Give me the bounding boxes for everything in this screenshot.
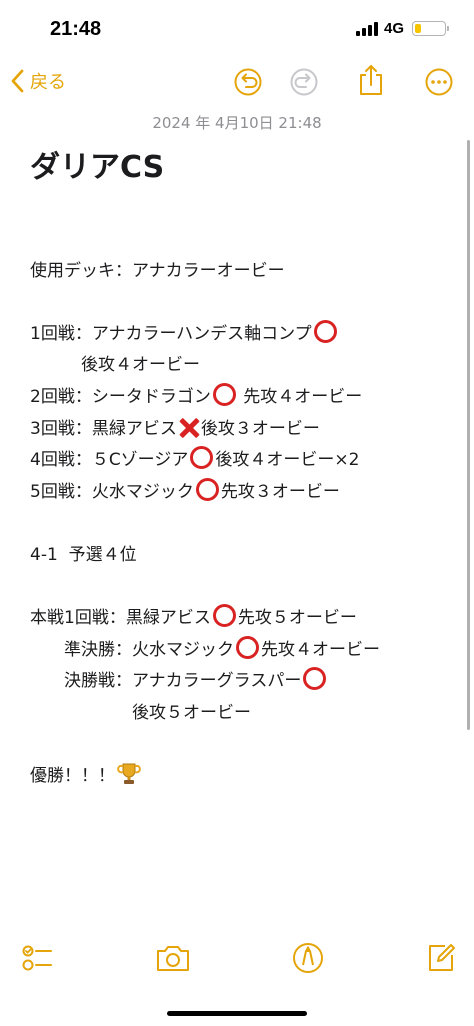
note-body[interactable]: 使用デッキ：アナカラーオービー 1回戦：アナカラーハンデス軸コンプ 後攻４オービー… — [30, 224, 454, 793]
undo-button[interactable] — [232, 66, 264, 98]
note-line: 4-1 予選４位 — [30, 540, 454, 572]
checklist-button[interactable] — [17, 938, 57, 978]
note-line — [30, 508, 454, 540]
more-button[interactable] — [423, 66, 455, 98]
win-circle-icon — [212, 382, 236, 406]
win-circle-icon — [190, 446, 214, 470]
loss-cross-icon — [178, 417, 200, 439]
note-line-text: 1回戦：アナカラーハンデス軸コンプ — [30, 323, 312, 344]
network-label: 4G — [383, 20, 404, 37]
win-circle-icon — [313, 319, 337, 343]
note-line-text: 5回戦：火水マジック — [30, 481, 194, 502]
signal-icon — [355, 21, 378, 36]
chevron-left-icon — [11, 69, 24, 93]
scroll-indicator[interactable] — [467, 140, 470, 730]
trophy-icon — [117, 763, 141, 785]
back-button[interactable]: 戻る — [10, 68, 66, 94]
nav-bar: 戻る — [0, 64, 474, 104]
note-line-text: 準決勝：火水マジック — [30, 639, 234, 660]
status-indicators: 4G — [355, 20, 449, 37]
camera-button[interactable] — [153, 938, 193, 978]
note-line: 5回戦：火水マジック 先攻３オービー — [30, 477, 454, 509]
markup-icon — [293, 943, 323, 973]
note-title[interactable]: ダリアCS — [30, 142, 164, 186]
status-bar: 21:48 4G — [0, 0, 474, 60]
note-line — [30, 224, 454, 256]
undo-icon — [234, 68, 262, 96]
note-line-text: 4回戦：５Cゾージア — [30, 450, 189, 471]
note-line: 優勝！！！ — [30, 761, 454, 793]
redo-button[interactable] — [288, 66, 320, 98]
note-line-text: 4-1 予選４位 — [30, 544, 137, 565]
note-line: 使用デッキ：アナカラーオービー — [30, 256, 454, 288]
redo-icon — [290, 68, 318, 96]
note-line: 本戦1回戦：黒緑アビス 先攻５オービー — [30, 603, 454, 635]
camera-icon — [157, 946, 189, 971]
compose-button[interactable] — [421, 938, 461, 978]
note-line-text: 後攻４オービー — [30, 355, 200, 376]
home-indicator[interactable] — [167, 1011, 307, 1016]
note-line-text: 3回戦：黒緑アビス — [30, 418, 177, 439]
note-line: 2回戦：シータドラゴン 先攻４オービー — [30, 382, 454, 414]
note-line: 後攻４オービー — [30, 350, 454, 382]
note-line: 3回戦：黒緑アビス 後攻３オービー — [30, 414, 454, 446]
note-line: 4回戦：５Cゾージア 後攻４オービー×2 — [30, 445, 454, 477]
status-time: 21:48 — [50, 18, 102, 40]
back-label: 戻る — [30, 72, 66, 93]
checklist-icon — [22, 945, 52, 971]
note-line-result: 先攻４オービー — [237, 386, 363, 407]
win-circle-icon — [195, 477, 219, 501]
note-line-result: 先攻３オービー — [220, 481, 340, 502]
note-line-result: 先攻４オービー — [261, 639, 380, 660]
note-line-result: 後攻４オービー×2 — [215, 450, 360, 471]
note-line-text: 2回戦：シータドラゴン — [30, 386, 211, 407]
note-line — [30, 287, 454, 319]
compose-icon — [429, 944, 455, 971]
bottom-toolbar — [0, 938, 474, 982]
note-date: 2024 年 4月10日 21:48 — [152, 114, 322, 132]
win-circle-icon — [236, 635, 259, 659]
markup-button[interactable] — [288, 938, 328, 978]
battery-fill — [415, 24, 421, 33]
note-line: 1回戦：アナカラーハンデス軸コンプ — [30, 319, 454, 351]
note-line-result: 後攻３オービー — [200, 418, 320, 439]
note-line — [30, 730, 454, 762]
note-line-result: 先攻５オービー — [237, 608, 357, 629]
share-button[interactable] — [355, 64, 387, 96]
note-line: 準決勝：火水マジック 先攻４オービー — [30, 635, 454, 667]
note-line-text: 後攻５オービー — [30, 702, 251, 723]
note-line-text: 使用デッキ：アナカラーオービー — [30, 260, 285, 281]
note-line — [30, 572, 454, 604]
note-line-text: 決勝戦：アナカラーグラスパー — [30, 671, 302, 692]
win-circle-icon — [212, 604, 236, 628]
note-line: 決勝戦：アナカラーグラスパー — [30, 666, 454, 698]
note-line-text: 優勝！！！ — [30, 766, 115, 787]
note-line-text: 本戦1回戦：黒緑アビス — [30, 608, 211, 629]
share-icon — [360, 65, 382, 95]
more-icon — [425, 68, 453, 96]
note-line: 後攻５オービー — [30, 698, 454, 730]
battery-icon — [412, 21, 449, 36]
win-circle-icon — [303, 667, 327, 691]
